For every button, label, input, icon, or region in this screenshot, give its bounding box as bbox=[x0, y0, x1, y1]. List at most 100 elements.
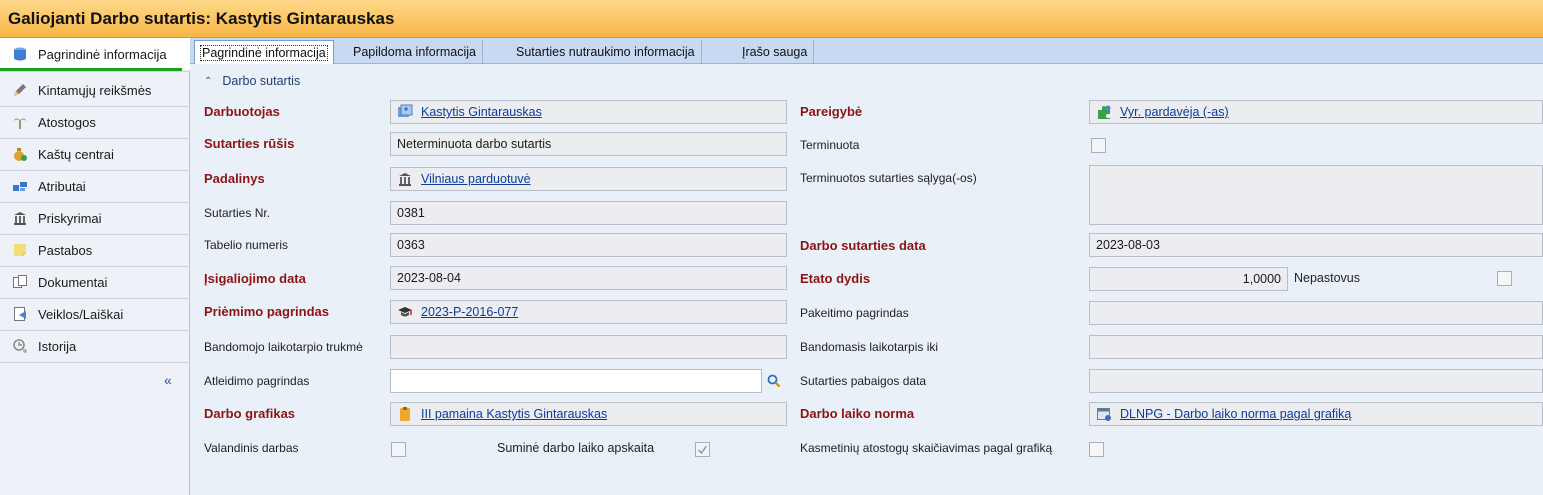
priemimo-pagrindas-link[interactable]: 2023-P-2016-077 bbox=[421, 305, 518, 319]
valandinis-darbas-label: Valandinis darbas bbox=[204, 441, 299, 455]
darbo-grafikas-link[interactable]: III pamaina Kastytis Gintarauskas bbox=[421, 407, 607, 421]
sidebar-item-label: Kintamųjų reikšmės bbox=[38, 82, 152, 98]
sidebar-item-atostogos[interactable]: Atostogos bbox=[0, 106, 190, 138]
darbo-grafikas-field[interactable]: III pamaina Kastytis Gintarauskas bbox=[390, 402, 787, 426]
sidebar-item-priskyrimai[interactable]: Priskyrimai bbox=[0, 202, 190, 234]
sidebar-item-pastabos[interactable]: Pastabos bbox=[0, 234, 190, 266]
nepastovus-checkbox[interactable] bbox=[1497, 271, 1512, 286]
group-header-darbo-sutartis[interactable]: ⌃ Darbo sutartis bbox=[190, 70, 1543, 92]
valandinis-darbas-checkbox[interactable] bbox=[391, 442, 406, 457]
clipboard-icon bbox=[400, 407, 410, 421]
pakeitimo-pagrindas-label: Pakeitimo pagrindas bbox=[800, 306, 909, 320]
sidebar-item-istorija[interactable]: Istorija bbox=[0, 330, 190, 362]
tab-papildoma-informacija[interactable]: Papildoma informacija bbox=[347, 40, 483, 64]
tab-bar: Pagrindinė informacija Papildoma informa… bbox=[190, 38, 1543, 64]
kasmetiniu-skaiciavimas-checkbox[interactable] bbox=[1089, 442, 1104, 457]
kasmetiniu-skaiciavimas-label: Kasmetinių atostogų skaičiavimas pagal g… bbox=[800, 441, 1053, 455]
priemimo-pagrindas-label: Priėmimo pagrindas bbox=[204, 304, 329, 319]
sidebar-item-dokumentai[interactable]: Dokumentai bbox=[0, 266, 190, 298]
tab-sutarties-nutraukimo-informacija[interactable]: Sutarties nutraukimo informacija bbox=[510, 40, 702, 64]
bandomasis-iki-label: Bandomasis laikotarpis iki bbox=[800, 340, 939, 354]
darbuotojas-link[interactable]: Kastytis Gintarauskas bbox=[421, 105, 542, 119]
sidebar-item-label: Kaštų centrai bbox=[38, 146, 114, 162]
sutarties-nr-field[interactable]: 0381 bbox=[390, 201, 787, 225]
darbo-laiko-norma-field[interactable]: DLNPG - Darbo laiko norma pagal grafiką bbox=[1089, 402, 1543, 426]
pencil-icon bbox=[14, 84, 26, 96]
tab-iraso-sauga[interactable]: Įrašo sauga bbox=[736, 40, 815, 64]
nepastovus-label: Nepastovus bbox=[1294, 271, 1361, 285]
atleidimo-pagrindas-input[interactable] bbox=[390, 369, 762, 393]
darbuotojas-label: Darbuotojas bbox=[204, 104, 280, 119]
sutarties-rusis-field[interactable]: Neterminuota darbo sutartis bbox=[390, 132, 787, 156]
pabaigos-data-field[interactable] bbox=[1089, 369, 1543, 393]
sidebar-item-label: Atributai bbox=[38, 178, 86, 194]
terminuota-checkbox[interactable] bbox=[1091, 138, 1106, 153]
isigaliojimo-data-value: 2023-08-04 bbox=[397, 271, 461, 285]
mail-icon bbox=[14, 307, 26, 321]
bandomasis-iki-field[interactable] bbox=[1089, 335, 1543, 359]
darbo-laiko-norma-label: Darbo laiko norma bbox=[800, 406, 915, 421]
sidebar-item-label: Veiklos/Laiškai bbox=[38, 306, 124, 322]
sumine-apskaita-label: Suminė darbo laiko apskaita bbox=[497, 441, 655, 455]
pareigybe-link[interactable]: Vyr. pardavėja (-as) bbox=[1120, 105, 1229, 119]
checkmark-icon bbox=[697, 445, 708, 455]
sidebar-item-label: Priskyrimai bbox=[38, 210, 102, 226]
sidebar-item-veiklos-laiskai[interactable]: Veiklos/Laiškai bbox=[0, 298, 190, 330]
pareigybe-label: Pareigybė bbox=[800, 104, 863, 119]
collapse-group-icon[interactable]: ⌃ bbox=[204, 76, 212, 87]
darbo-sutarties-data-value: 2023-08-03 bbox=[1096, 238, 1160, 252]
palm-icon bbox=[14, 118, 26, 129]
darbo-sutarties-data-label: Darbo sutarties data bbox=[800, 238, 926, 253]
atleidimo-pagrindas-label: Atleidimo pagrindas bbox=[204, 374, 310, 388]
sidebar: Pagrindinė informacija Kintamųjų reikšmė… bbox=[0, 38, 190, 495]
terminuotos-salyga-label: Terminuotos sutarties sąlyga(-os) bbox=[800, 171, 977, 185]
priemimo-pagrindas-field[interactable]: 2023-P-2016-077 bbox=[390, 300, 787, 324]
darbo-laiko-norma-link[interactable]: DLNPG - Darbo laiko norma pagal grafiką bbox=[1120, 407, 1351, 421]
sidebar-item-label: Atostogos bbox=[38, 114, 96, 130]
building-icon bbox=[399, 173, 411, 186]
window-title: Galiojanti Darbo sutartis: Kastytis Gint… bbox=[8, 9, 395, 28]
pakeitimo-pagrindas-field[interactable] bbox=[1089, 301, 1543, 325]
sutarties-nr-label: Sutarties Nr. bbox=[204, 206, 271, 220]
isigaliojimo-data-label: Įsigaliojimo data bbox=[204, 271, 306, 286]
terminuotos-salyga-field[interactable] bbox=[1089, 165, 1543, 225]
collapse-sidebar-button[interactable]: « bbox=[164, 372, 172, 388]
tabelio-numeris-label: Tabelio numeris bbox=[204, 238, 289, 252]
pareigybe-field[interactable]: Vyr. pardavėja (-as) bbox=[1089, 100, 1543, 124]
etato-dydis-field[interactable]: 1,0000 bbox=[1089, 267, 1288, 291]
sutarties-rusis-label: Sutarties rūšis bbox=[204, 136, 295, 151]
etato-dydis-value: 1,0000 bbox=[1242, 272, 1281, 286]
padalinys-field[interactable]: Vilniaus parduotuvė bbox=[390, 167, 787, 191]
terminuota-label: Terminuota bbox=[800, 138, 860, 152]
tabelio-numeris-field[interactable]: 0363 bbox=[390, 233, 787, 257]
note-icon bbox=[14, 244, 26, 256]
sumine-apskaita-checkbox[interactable] bbox=[695, 442, 710, 457]
form-panel: ⌃ Darbo sutartis Darbuotojas Sutarties r… bbox=[190, 64, 1543, 495]
darbo-sutarties-data-field[interactable]: 2023-08-03 bbox=[1089, 233, 1543, 257]
sidebar-item-kintamuju-reiksmes[interactable]: Kintamųjų reikšmės bbox=[0, 74, 190, 106]
sidebar-item-kastu-centrai[interactable]: Kaštų centrai bbox=[0, 138, 190, 170]
sidebar-item-atributai[interactable]: Atributai bbox=[0, 170, 190, 202]
darbo-grafikas-label: Darbo grafikas bbox=[204, 406, 296, 421]
bandomojo-trukme-field[interactable] bbox=[390, 335, 787, 359]
padalinys-link[interactable]: Vilniaus parduotuvė bbox=[421, 172, 531, 186]
database-icon bbox=[14, 47, 26, 61]
window-title-bar: Galiojanti Darbo sutartis: Kastytis Gint… bbox=[0, 0, 1543, 38]
money-bag-icon bbox=[14, 148, 27, 161]
sutarties-rusis-value: Neterminuota darbo sutartis bbox=[397, 137, 552, 151]
blocks-icon bbox=[13, 182, 27, 191]
sidebar-item-label: Dokumentai bbox=[38, 274, 108, 290]
search-icon bbox=[767, 374, 781, 388]
tab-pagrindine-informacija[interactable]: Pagrindinė informacija bbox=[194, 40, 334, 64]
employee-card-icon bbox=[398, 104, 413, 117]
sidebar-item-label: Istorija bbox=[38, 338, 77, 354]
isigaliojimo-data-field[interactable]: 2023-08-04 bbox=[390, 266, 787, 290]
documents-icon bbox=[13, 275, 27, 288]
tabelio-numeris-value: 0363 bbox=[397, 238, 425, 252]
darbuotojas-field[interactable]: Kastytis Gintarauskas bbox=[390, 100, 787, 124]
sidebar-item-pagrindine-informacija[interactable]: Pagrindinė informacija bbox=[0, 38, 190, 71]
atleidimo-search-button[interactable] bbox=[763, 369, 785, 393]
group-title: Darbo sutartis bbox=[222, 74, 301, 88]
bandomojo-trukme-label: Bandomojo laikotarpio trukmė bbox=[204, 340, 363, 354]
puzzle-icon bbox=[1098, 105, 1111, 119]
